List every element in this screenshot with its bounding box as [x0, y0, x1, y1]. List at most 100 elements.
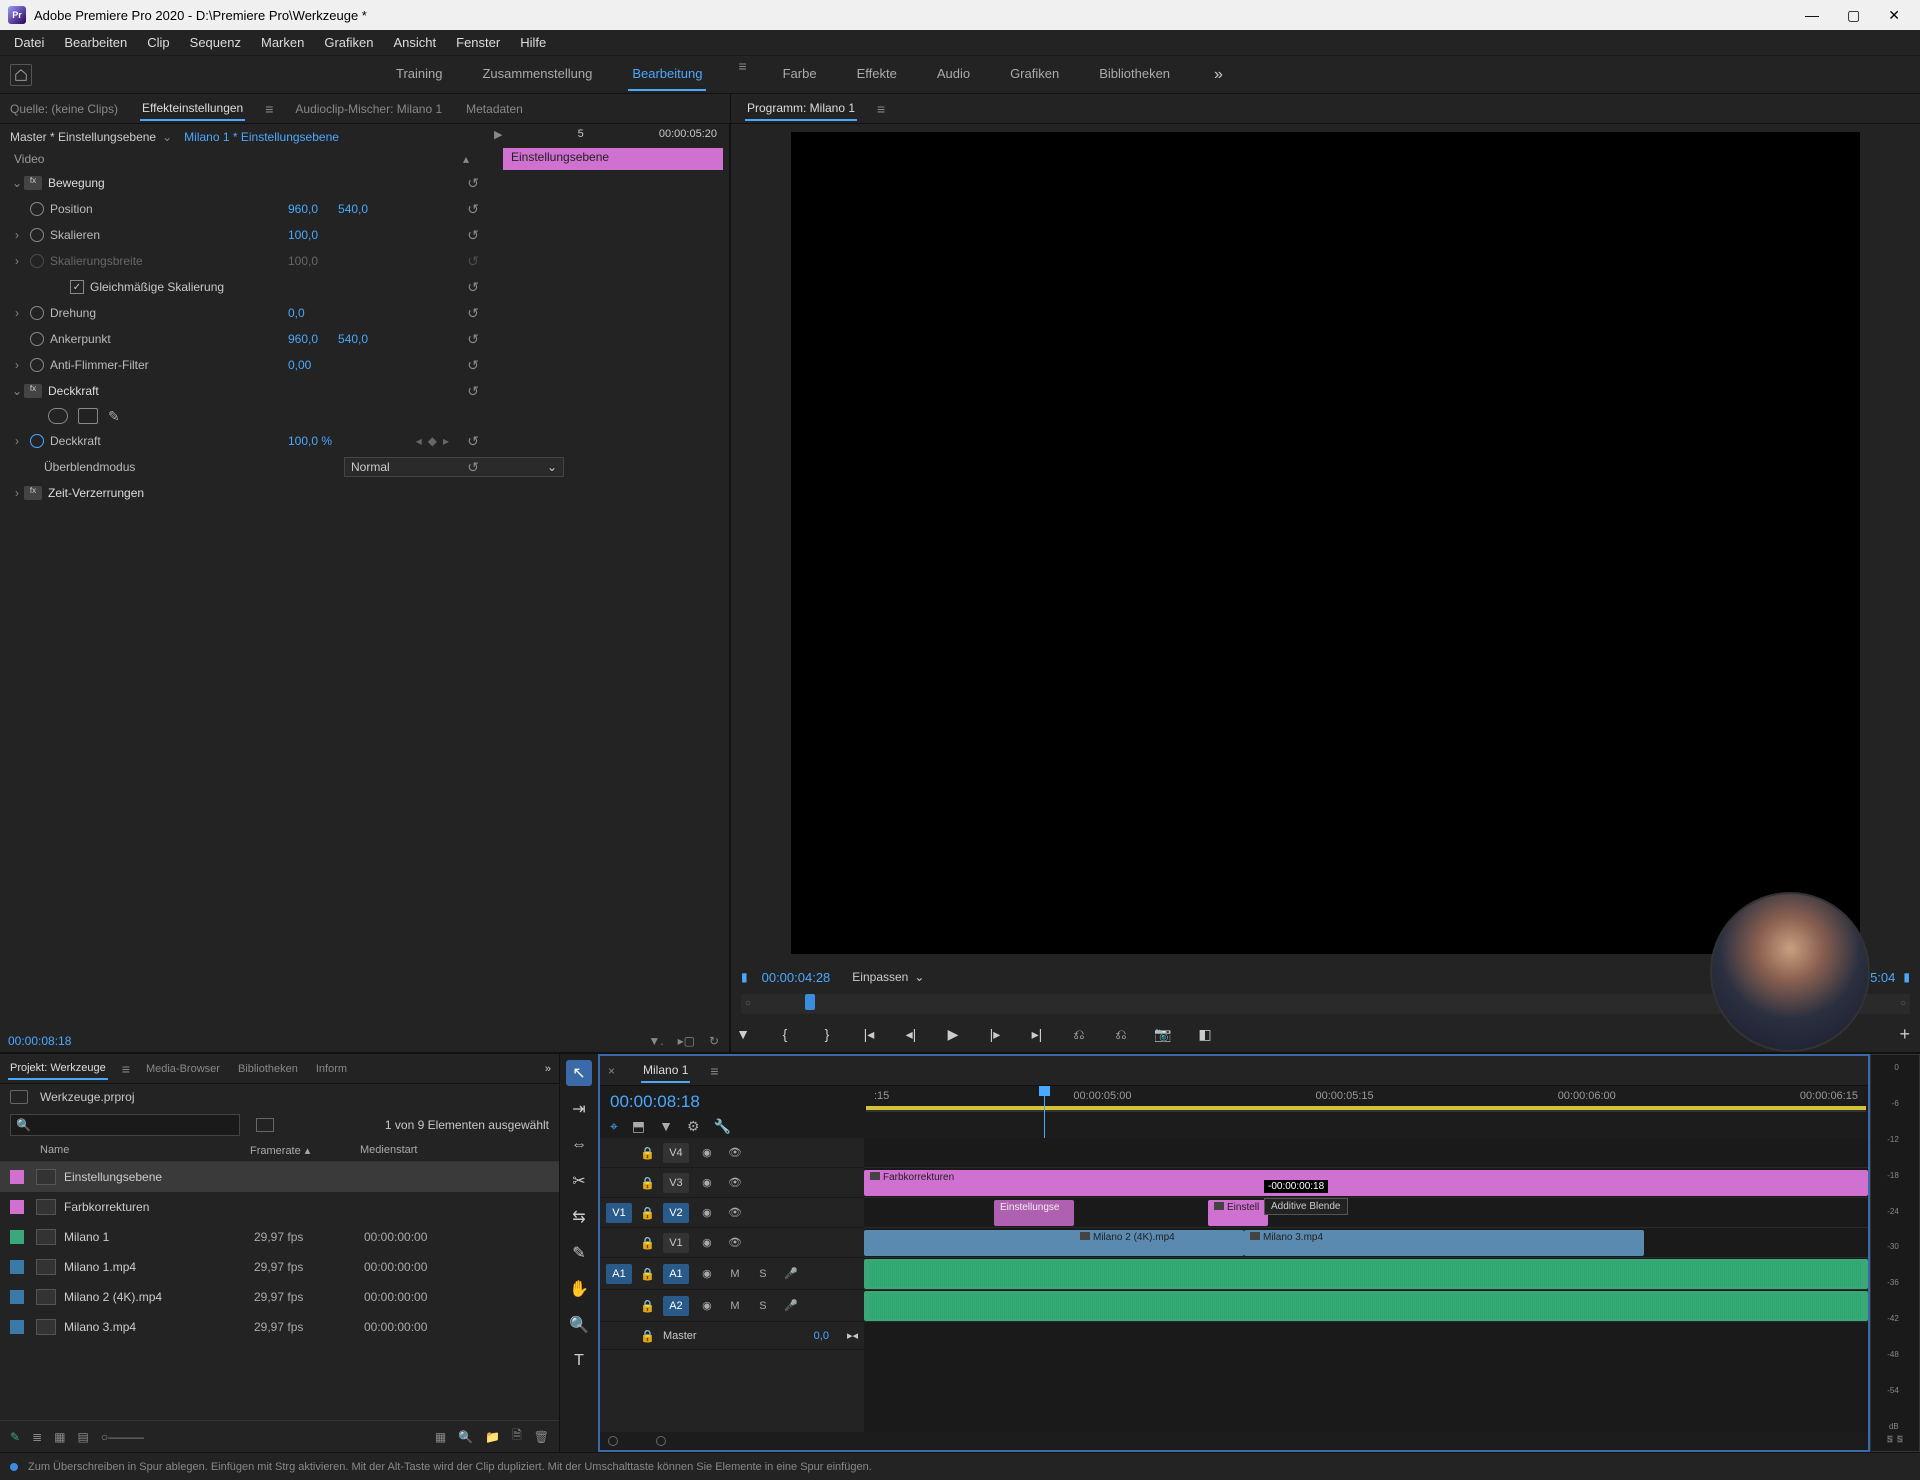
menu-ansicht[interactable]: Ansicht [383, 35, 446, 50]
tab-timeline-milano1[interactable]: Milano 1 [641, 1059, 690, 1083]
ec-deckkraft[interactable]: Deckkraft [48, 384, 248, 398]
play-only-icon[interactable]: ▸▢ [678, 1034, 695, 1048]
solo-icon[interactable]: S [753, 1268, 773, 1280]
panel-overflow-icon[interactable]: » [545, 1063, 551, 1075]
ec-master-label[interactable]: Master * Einstellungsebene [10, 130, 156, 144]
col-medienstart[interactable]: Medienstart [360, 1144, 480, 1157]
project-row[interactable]: Farbkorrekturen [0, 1192, 559, 1222]
workspace-effekte[interactable]: Effekte [853, 58, 901, 91]
checkbox-gleichmaessig[interactable]: ✓ [70, 280, 84, 294]
tab-projekt[interactable]: Projekt: Werkzeuge [8, 1058, 108, 1080]
clip-einstellungsebene-2[interactable]: Einstell [1208, 1200, 1268, 1226]
twist-right-icon[interactable]: › [10, 228, 24, 242]
program-timecode[interactable]: 00:00:04:28 [762, 970, 831, 985]
twist-down-icon[interactable]: ⌄ [10, 176, 24, 190]
wrench-icon[interactable]: 🔧 [714, 1118, 731, 1135]
lock-icon[interactable]: 🔒 [640, 1236, 655, 1250]
ellipse-mask-icon[interactable] [48, 408, 68, 424]
master-value[interactable]: 0,0 [814, 1330, 829, 1342]
col-framerate[interactable]: Framerate▴ [250, 1144, 360, 1157]
menu-fenster[interactable]: Fenster [446, 35, 510, 50]
zoom-handle-left[interactable] [608, 1436, 618, 1446]
solo-icon[interactable]: S [753, 1300, 773, 1312]
mute-icon[interactable]: M [725, 1268, 745, 1280]
mute-icon[interactable]: M [725, 1300, 745, 1312]
eye-icon[interactable]: 👁 [725, 1146, 745, 1159]
project-panel-menu-icon[interactable]: ≡ [122, 1061, 130, 1077]
twist-right-icon[interactable]: › [10, 306, 24, 320]
menu-clip[interactable]: Clip [137, 35, 179, 50]
type-tool[interactable]: T [566, 1348, 592, 1374]
ec-mode-dropdown[interactable]: Normal ⌄ [344, 457, 564, 477]
minimize-button[interactable]: — [1805, 7, 1819, 24]
project-row[interactable]: Einstellungsebene [0, 1162, 559, 1192]
add-marker-button[interactable]: ▼ [731, 1026, 755, 1042]
twist-down-icon[interactable]: ⌄ [10, 384, 24, 398]
ec-bottom-timecode[interactable]: 00:00:08:18 [0, 1030, 79, 1052]
reset-icon[interactable]: ↺ [467, 433, 479, 450]
program-viewport[interactable] [791, 132, 1860, 954]
reset-icon[interactable]: ↺ [467, 201, 479, 218]
lock-icon[interactable]: 🔒 [640, 1267, 655, 1281]
prev-keyframe-icon[interactable]: ◂ [416, 434, 422, 448]
program-scrubber-marker[interactable] [805, 994, 815, 1010]
sync-lock-icon[interactable]: ◉ [697, 1206, 717, 1219]
export-frame-button[interactable]: 📷 [1151, 1026, 1175, 1043]
hand-tool[interactable]: ✋ [566, 1276, 592, 1302]
timeline-settings-icon[interactable]: ⚙ [687, 1118, 700, 1135]
step-back-button[interactable]: ◂| [899, 1026, 923, 1043]
voiceover-icon[interactable]: 🎤 [781, 1267, 801, 1280]
track-a2[interactable]: A2 [663, 1296, 689, 1316]
track-v4[interactable]: V4 [663, 1143, 689, 1163]
reset-icon[interactable]: ↺ [467, 305, 479, 322]
workspace-training[interactable]: Training [392, 58, 446, 91]
chevron-down-icon[interactable]: ⌄ [162, 130, 172, 144]
ec-deckkraft-value[interactable]: 100,0 % [288, 434, 332, 448]
reset-icon[interactable]: ↺ [467, 331, 479, 348]
tab-metadaten[interactable]: Metadaten [464, 98, 525, 120]
timeline-timecode[interactable]: 00:00:08:18 [610, 1092, 854, 1112]
selection-tool[interactable]: ↖ [566, 1060, 592, 1086]
menu-grafiken[interactable]: Grafiken [314, 35, 383, 50]
add-marker-icon[interactable]: ▼ [659, 1118, 673, 1135]
mark-out-button[interactable]: } [815, 1026, 839, 1042]
tab-quelle[interactable]: Quelle: (keine Clips) [8, 98, 120, 120]
stopwatch-icon[interactable] [30, 228, 44, 242]
filter-icon[interactable]: ▼. [648, 1034, 663, 1048]
lock-icon[interactable]: 🔒 [640, 1146, 655, 1160]
slip-tool[interactable]: ⇆ [566, 1204, 592, 1230]
twist-right-icon[interactable]: › [10, 486, 24, 500]
eye-icon[interactable]: 👁 [725, 1236, 745, 1249]
menu-bearbeiten[interactable]: Bearbeiten [54, 35, 137, 50]
clip-audio-a2[interactable] [864, 1291, 1868, 1321]
col-name[interactable]: Name [10, 1144, 250, 1157]
workspace-overflow-icon[interactable]: » [1214, 66, 1223, 84]
ec-anker-y[interactable]: 540,0 [338, 332, 368, 346]
new-item-icon[interactable]: 🗎 [512, 1426, 522, 1447]
track-v1[interactable]: V1 [663, 1233, 689, 1253]
tab-bibliotheken[interactable]: Bibliotheken [236, 1059, 300, 1079]
eye-icon[interactable]: 👁 [725, 1176, 745, 1189]
workspace-farbe[interactable]: Farbe [779, 58, 821, 91]
sync-lock-icon[interactable]: ◉ [697, 1267, 717, 1280]
auto-sequence-icon[interactable]: ▦ [435, 1430, 446, 1444]
track-v2[interactable]: V2 [663, 1203, 689, 1223]
go-to-out-button[interactable]: ▸| [1025, 1026, 1049, 1043]
source-a1[interactable]: A1 [606, 1264, 632, 1284]
ec-position-y[interactable]: 540,0 [338, 202, 368, 216]
freeform-icon[interactable]: ✎ [10, 1430, 20, 1444]
close-button[interactable]: ✕ [1888, 7, 1900, 24]
zoom-slider[interactable]: ○——— [101, 1430, 144, 1444]
loop-icon[interactable]: ↻ [709, 1034, 719, 1048]
freeform-view-icon[interactable]: ▤ [77, 1430, 88, 1444]
workspace-bibliotheken[interactable]: Bibliotheken [1095, 58, 1174, 91]
go-to-in-button[interactable]: |◂ [857, 1026, 881, 1043]
razor-tool[interactable]: ✂ [566, 1168, 592, 1194]
reset-icon[interactable]: ↺ [467, 227, 479, 244]
reset-icon[interactable]: ↺ [467, 357, 479, 374]
ec-clip-label[interactable]: Milano 1 * Einstellungsebene [184, 130, 339, 144]
list-view-icon[interactable] [256, 1118, 274, 1132]
play-button[interactable]: ▶ [941, 1026, 965, 1043]
program-fit-dropdown[interactable]: Einpassen⌄ [844, 968, 932, 986]
workspace-bearbeitung[interactable]: Bearbeitung [628, 58, 706, 91]
